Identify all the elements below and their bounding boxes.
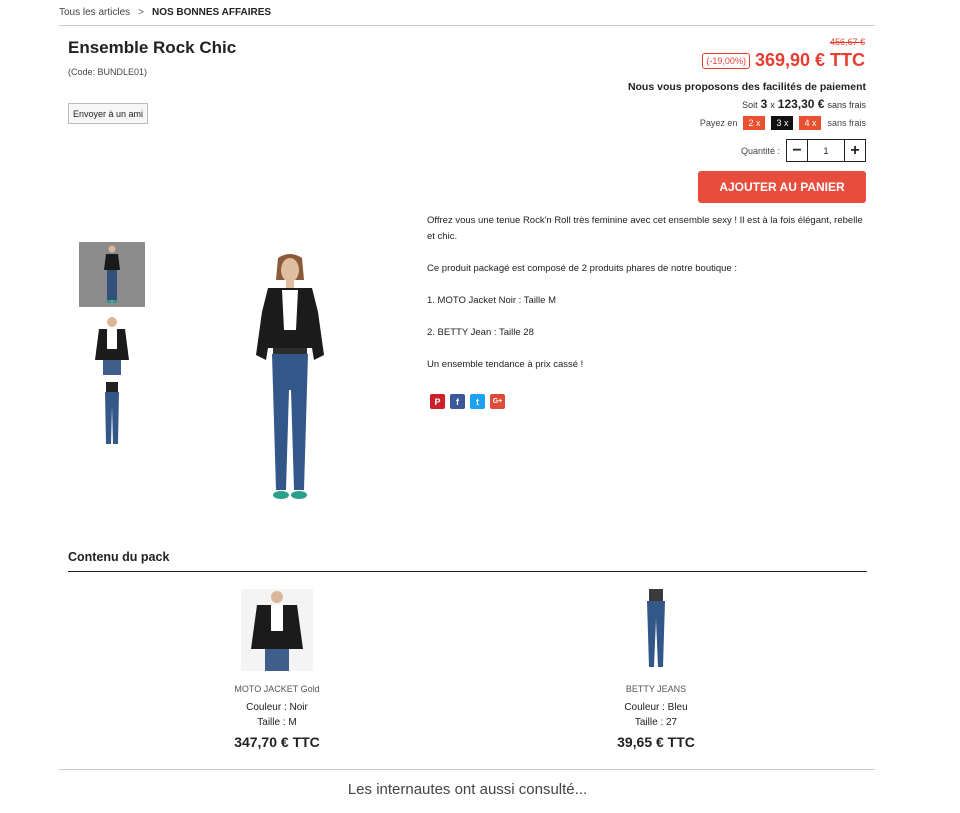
pinterest-icon[interactable]: P [430,394,445,409]
payment-options: Payez en 2 x 3 x 4 x sans frais [700,116,866,130]
quantity-minus-button[interactable]: − [787,140,807,161]
product-title: Ensemble Rock Chic [68,38,237,57]
pack-item-price: 347,70 € TTC [234,734,320,750]
payment-amount: 123,30 € [777,97,825,111]
quantity-plus-button[interactable]: + [845,140,865,161]
current-price: 369,90 € TTC [754,50,865,70]
pack-item-size: Taille : 27 [634,717,678,728]
payment-option-2x[interactable]: 2 x [743,116,766,130]
payez-en-label: Payez en [699,118,738,128]
jeans-thumbnail-image [105,381,119,444]
product-code: (Code: BUNDLE01) [68,67,148,77]
discount-badge: (-19,00%) [702,52,750,69]
payment-facilities-title: Nous vous proposons des facilités de pai… [627,81,866,93]
description-paragraph: Ce produit packagé est composé de 2 prod… [427,263,738,274]
price-row: (-19,00%) 369,90 € TTC [702,50,865,71]
pack-item: MOTO JACKET Gold Couleur : Noir Taille :… [177,589,377,750]
payment-x: x [770,100,775,110]
quantity-label: Quantité : [740,145,780,156]
pack-divider [68,571,867,572]
jacket-thumbnail-image [95,316,129,375]
outfit-thumbnail-image [104,245,120,303]
payment-installment-summary: Soit 3 x 123,30 € sans frais [742,97,866,111]
description-paragraph: 1. MOTO Jacket Noir : Taille M [427,295,556,306]
quantity-selector: Quantité : − + [741,139,866,162]
main-product-image[interactable] [240,250,340,510]
breadcrumb-current[interactable]: NOS BONNES AFFAIRES [152,7,271,18]
googleplus-icon[interactable]: G+ [490,394,505,409]
pack-item: BETTY JEANS Couleur : Bleu Taille : 27 3… [556,589,756,750]
pack-item-image[interactable] [556,589,756,671]
payment-option-3x[interactable]: 3 x [771,116,794,130]
pack-item-name[interactable]: MOTO JACKET Gold [177,684,377,694]
payment-soit-label: Soit [742,100,758,110]
description-paragraph: Un ensemble tendance à prix cassé ! [427,359,584,370]
model-outfit-image [256,254,324,499]
breadcrumb: Tous les articles > NOS BONNES AFFAIRES [59,7,271,18]
thumbnail-jeans[interactable] [79,381,145,447]
also-viewed-heading: Les internautes ont aussi consulté... [347,781,588,798]
pack-item-color: Couleur : Noir [246,702,308,713]
description-paragraph: Offrez vous une tenue Rock'n Roll très f… [427,215,863,242]
send-to-friend-button[interactable]: Envoyer à un ami [68,103,148,124]
pack-item-size: Taille : M [257,717,297,728]
payment-no-fee: sans frais [827,100,866,110]
add-to-cart-button[interactable]: AJOUTER AU PANIER [698,171,866,203]
pack-item-image[interactable] [177,589,377,671]
breadcrumb-root-link[interactable]: Tous les articles [59,7,130,18]
description-paragraph: 2. BETTY Jean : Taille 28 [427,327,534,338]
pack-item-price: 39,65 € TTC [617,734,695,750]
pack-contents-title: Contenu du pack [68,550,170,564]
payment-option-4x[interactable]: 4 x [799,116,822,130]
thumbnail-jacket[interactable] [79,312,145,377]
facebook-icon[interactable]: f [450,394,465,409]
product-description: Offrez vous une tenue Rock'n Roll très f… [427,213,867,389]
quantity-stepper: − + [786,139,866,162]
payment-options-no-fee: sans frais [827,118,866,128]
twitter-icon[interactable]: t [470,394,485,409]
social-share-bar: P f t G+ [430,394,505,409]
jacket-product-image [241,589,313,671]
bottom-divider [59,769,875,770]
breadcrumb-separator: > [138,7,144,18]
top-divider [59,25,875,26]
old-price: 456,67 € [829,37,865,47]
pack-item-name[interactable]: BETTY JEANS [556,684,756,694]
thumbnail-full-outfit[interactable] [79,242,145,307]
pack-item-color: Couleur : Bleu [624,702,688,713]
jeans-product-image [647,589,665,667]
payment-times: 3 [760,97,768,111]
quantity-input[interactable] [807,140,845,161]
